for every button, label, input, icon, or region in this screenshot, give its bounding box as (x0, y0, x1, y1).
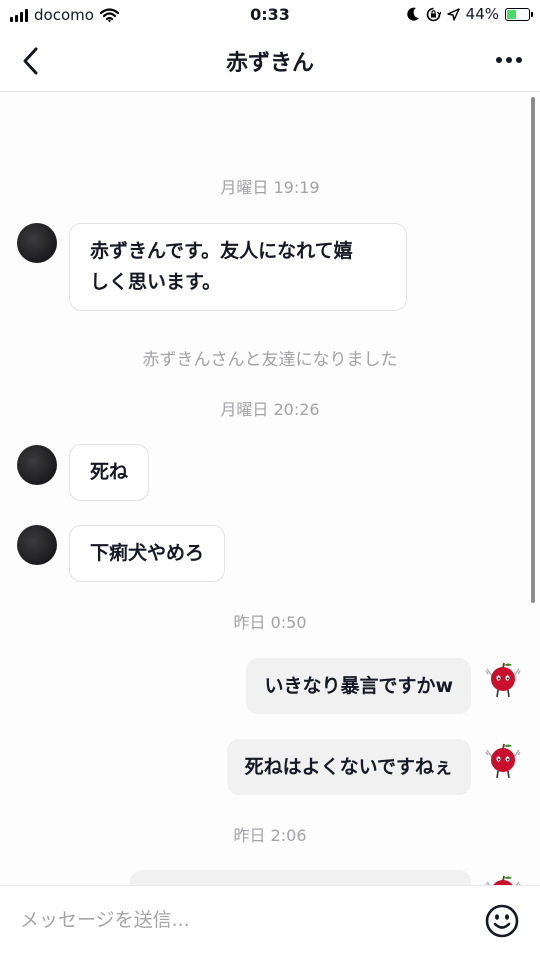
message-text: 下痢犬やめろ (90, 542, 205, 564)
location-arrow-icon (446, 7, 460, 21)
outgoing-message[interactable] (130, 870, 471, 885)
apple-avatar-icon[interactable] (485, 741, 521, 781)
apple-avatar-icon[interactable] (485, 660, 521, 700)
chat-title: 赤ずきん (225, 51, 314, 76)
message-line: 赤ずきんです。友人になれて嬉 (90, 240, 353, 262)
emoji-button[interactable] (484, 903, 520, 939)
moon-icon (406, 7, 419, 21)
system-note: 赤ずきんさんと友達になりました (142, 350, 398, 370)
battery-fill (507, 9, 517, 19)
smiley-icon (485, 904, 519, 938)
back-button[interactable] (14, 44, 54, 78)
battery-percent: 44% (465, 5, 499, 23)
chevron-left-icon (23, 47, 38, 75)
battery-charging-icon (505, 7, 533, 21)
sender-avatar[interactable] (17, 223, 57, 263)
incoming-message[interactable]: 下痢犬やめろ (69, 525, 226, 582)
message-composer (0, 885, 540, 960)
sender-avatar[interactable] (17, 445, 57, 485)
timestamp: 月曜日 20:26 (220, 400, 320, 419)
status-bar: docomo 0:33 44% (0, 0, 540, 30)
message-line: しく思います。 (90, 271, 222, 293)
outgoing-message[interactable]: 死ねはよくないですねぇ (226, 739, 471, 795)
message-text: 死ねはよくないですねぇ (244, 756, 453, 778)
timestamp: 昨日 2:06 (233, 826, 307, 845)
timestamp: 昨日 0:50 (233, 613, 307, 632)
status-right: 44% (406, 5, 533, 23)
sender-avatar[interactable] (17, 525, 57, 565)
more-options-button[interactable] (492, 50, 526, 70)
message-text: いきなり暴言ですかw (264, 675, 453, 697)
outgoing-message[interactable]: いきなり暴言ですかw (246, 658, 471, 714)
apple-avatar-icon[interactable] (485, 873, 521, 885)
message-text: 死ね (90, 461, 129, 483)
timestamp: 月曜日 19:19 (220, 178, 320, 197)
incoming-message[interactable]: 死ね (69, 444, 150, 501)
more-horizontal-icon (496, 57, 522, 63)
incoming-message[interactable]: 赤ずきんです。友人になれて嬉 しく思います。 (69, 223, 407, 311)
chat-header: 赤ずきん (0, 30, 540, 92)
message-input[interactable] (10, 894, 470, 946)
rotation-lock-icon (426, 7, 441, 21)
chat-thread[interactable]: 月曜日 19:19 赤ずきんです。友人になれて嬉 しく思います。 赤ずきんさんと… (0, 93, 540, 885)
